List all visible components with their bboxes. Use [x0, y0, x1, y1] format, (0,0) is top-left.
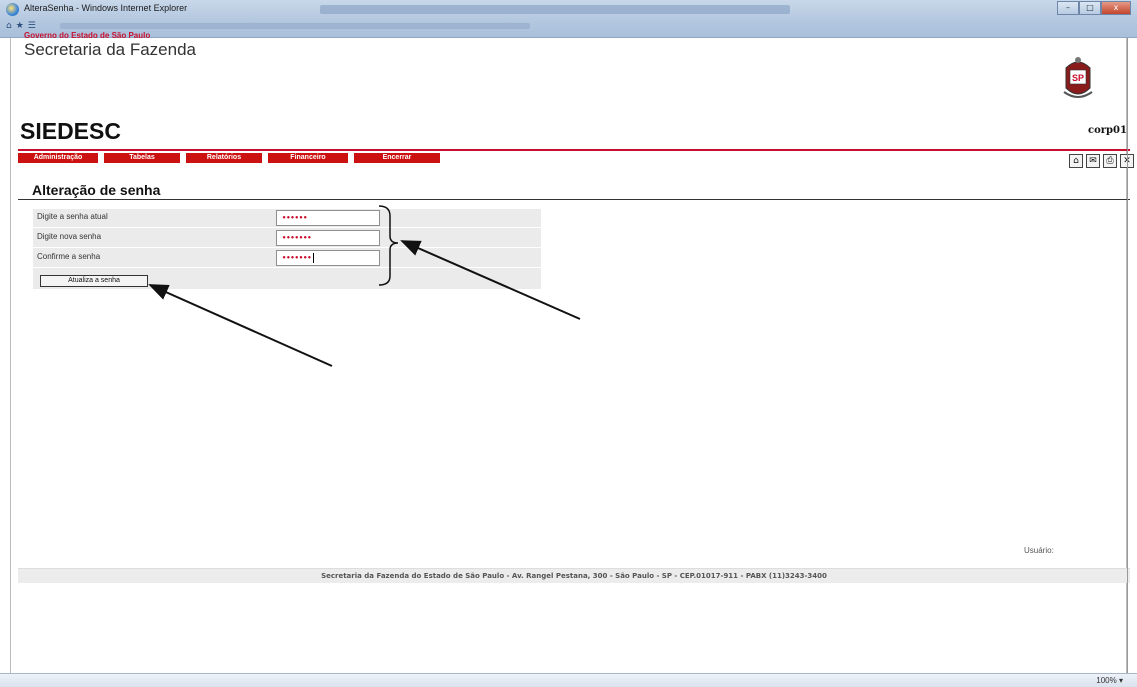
- current-password-label: Digite a senha atual: [37, 212, 108, 221]
- menu-item-tabelas[interactable]: Tabelas: [104, 153, 180, 163]
- confirm-password-input[interactable]: •••••••: [276, 250, 380, 266]
- star-icon[interactable]: ★: [16, 21, 24, 31]
- title-divider: [18, 199, 1130, 200]
- page-title: Alteração de senha: [32, 182, 161, 198]
- menu-item-encerrar[interactable]: Encerrar: [354, 153, 440, 163]
- usuario-label: Usuário:: [1024, 546, 1054, 555]
- zoom-value: 100%: [1096, 676, 1117, 685]
- form-row-current: Digite a senha atual ••••••: [33, 209, 541, 228]
- window-controls: – □ x: [1057, 1, 1131, 15]
- print-icon[interactable]: ⎙: [1103, 154, 1117, 168]
- window-title: AlteraSenha - Windows Internet Explorer: [24, 3, 188, 13]
- form-row-new: Digite nova senha •••••••: [33, 229, 541, 248]
- new-password-input[interactable]: •••••••: [276, 230, 380, 246]
- blurred-tab-strip: [320, 5, 790, 14]
- ie-titlebar: AlteraSenha - Windows Internet Explorer …: [0, 0, 1137, 38]
- menu-item-relatorios[interactable]: Relatórios: [186, 153, 262, 163]
- update-password-button[interactable]: Atualiza a senha: [40, 275, 148, 287]
- new-password-label: Digite nova senha: [37, 232, 102, 241]
- maximize-button[interactable]: □: [1079, 1, 1101, 15]
- scrollbar-edge: [1127, 38, 1128, 673]
- department-title: Secretaria da Fazenda: [24, 40, 196, 59]
- confirm-password-label: Confirme a senha: [37, 252, 101, 261]
- status-bar: 100% ▾: [0, 673, 1137, 687]
- ie-logo-icon: [6, 3, 19, 16]
- mail-icon[interactable]: ✉: [1086, 154, 1100, 168]
- main-menu: Administração Tabelas Relatórios Finance…: [18, 153, 446, 163]
- home-icon[interactable]: ⌂: [6, 21, 12, 31]
- blurred-favorites: [60, 23, 530, 29]
- gov-label: Governo do Estado de São Paulo: [24, 31, 151, 40]
- browser-window: AlteraSenha - Windows Internet Explorer …: [0, 0, 1137, 687]
- footer-text: Secretaria da Fazenda do Estado de São P…: [321, 572, 827, 580]
- home-icon[interactable]: ⌂: [1069, 154, 1083, 168]
- feeds-icon[interactable]: ☰: [28, 21, 36, 31]
- sp-seal-logo: SP: [1063, 57, 1093, 98]
- minimize-button[interactable]: –: [1057, 1, 1079, 15]
- toolbar-icons: ⌂ ✉ ⎙ ✕: [1069, 154, 1134, 168]
- menu-item-administracao[interactable]: Administração: [18, 153, 98, 163]
- header-divider: [18, 149, 1130, 151]
- password-form: Digite a senha atual •••••• Digite nova …: [33, 209, 541, 289]
- form-row-confirm: Confirme a senha •••••••: [33, 249, 541, 268]
- menu-item-financeiro[interactable]: Financeiro: [268, 153, 348, 163]
- close-window-button[interactable]: x: [1101, 1, 1131, 15]
- footer: Secretaria da Fazenda do Estado de São P…: [18, 568, 1130, 583]
- seal-text: SP: [1072, 73, 1084, 83]
- system-title: SIEDESC: [20, 118, 121, 144]
- user-code: corp01: [1088, 125, 1127, 136]
- current-password-input[interactable]: ••••••: [276, 210, 380, 226]
- zoom-level[interactable]: 100% ▾: [1096, 676, 1123, 685]
